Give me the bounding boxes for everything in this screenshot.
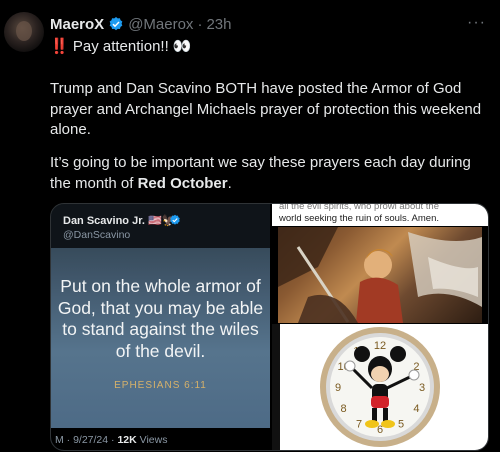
tweet-paragraph-2-line-2: prayer and Archangel Michaels prayer of … — [50, 101, 482, 118]
clock-illustration: 121234567891011 — [272, 324, 440, 450]
quote-line: of the devil. — [115, 340, 206, 361]
tweet-paragraph-2-line-1: Trump and Dan Scavino BOTH have posted t… — [50, 80, 462, 97]
double-exclamation-icon: ‼️ — [50, 38, 69, 55]
clock-number: 5 — [398, 418, 404, 430]
meta-views-label: Views — [136, 434, 168, 446]
archangel-michael-painting[interactable] — [278, 227, 482, 323]
quote-line: Put on the whole armor of — [60, 276, 261, 296]
prayer-text-snippet: all the evil spirits, who prowl about th… — [272, 204, 488, 226]
clock-number: 8 — [341, 403, 347, 415]
quote-line: to stand against the wiles — [62, 319, 259, 339]
clock-number: 3 — [419, 382, 425, 394]
embedded-handle: @DanScavino — [63, 229, 131, 241]
media-images-right[interactable]: all the evil spirits, who prowl about th… — [272, 204, 488, 450]
clock-number: 4 — [413, 403, 419, 415]
clock-number: 12 — [374, 340, 386, 352]
clock-number: 9 — [335, 382, 341, 394]
media-grid[interactable]: Dan Scavino Jr. 🇺🇸🦅 @DanScavino Put on t… — [50, 203, 489, 451]
tweet-header: MaeroX @Maerox · 23h — [50, 14, 231, 34]
meta-date: M · 9/27/24 · — [55, 434, 118, 446]
timestamp[interactable]: 23h — [206, 16, 231, 33]
media-image-scavino-post[interactable]: Dan Scavino Jr. 🇺🇸🦅 @DanScavino Put on t… — [51, 204, 270, 450]
embedded-display-name: Dan Scavino Jr. 🇺🇸🦅 — [63, 215, 176, 227]
painting-illustration — [278, 227, 482, 323]
embedded-post-meta: M · 9/27/24 · 12K Views — [51, 428, 270, 450]
scripture-reference: EPHESIANS 6:11 — [114, 380, 207, 391]
embedded-post-header: Dan Scavino Jr. 🇺🇸🦅 @DanScavino — [51, 204, 270, 248]
p3-prefix: the month of — [50, 175, 138, 192]
display-name[interactable]: MaeroX — [50, 16, 104, 33]
p3-suffix: . — [227, 175, 232, 192]
tweet-line-1: ‼️ Pay attention!! 👀 — [50, 37, 192, 57]
meta-views: 12K — [117, 434, 137, 446]
line1-text: Pay attention!! 👀 — [72, 38, 192, 55]
avatar[interactable] — [4, 12, 44, 52]
more-horizontal-icon[interactable]: ··· — [467, 14, 486, 32]
clock-number: 7 — [356, 418, 362, 430]
tweet-paragraph-3-line-1: It’s going to be important we say these … — [50, 154, 471, 171]
scripture-quote: Put on the whole armor of God, that you … — [51, 276, 270, 362]
verified-badge-icon — [170, 214, 180, 225]
embedded-meta-text: M · 9/27/24 · 12K Views — [55, 434, 167, 446]
mickey-clock-image[interactable]: 121234567891011 — [272, 324, 488, 450]
tweet-paragraph-2-line-3: alone. — [50, 121, 91, 138]
prayer-text-top: all the evil spirits, who prowl about th… — [279, 204, 439, 212]
prayer-text-bottom: world seeking the ruin of souls. Amen. — [279, 213, 440, 224]
verified-badge-icon — [109, 17, 123, 31]
red-october-text: Red October — [137, 175, 228, 192]
separator-dot: · — [197, 15, 203, 33]
handle[interactable]: @Maerox — [128, 16, 193, 33]
tweet-paragraph-3-line-2: the month of Red October. — [50, 174, 232, 194]
quote-line: God, that you may be able — [57, 297, 264, 318]
